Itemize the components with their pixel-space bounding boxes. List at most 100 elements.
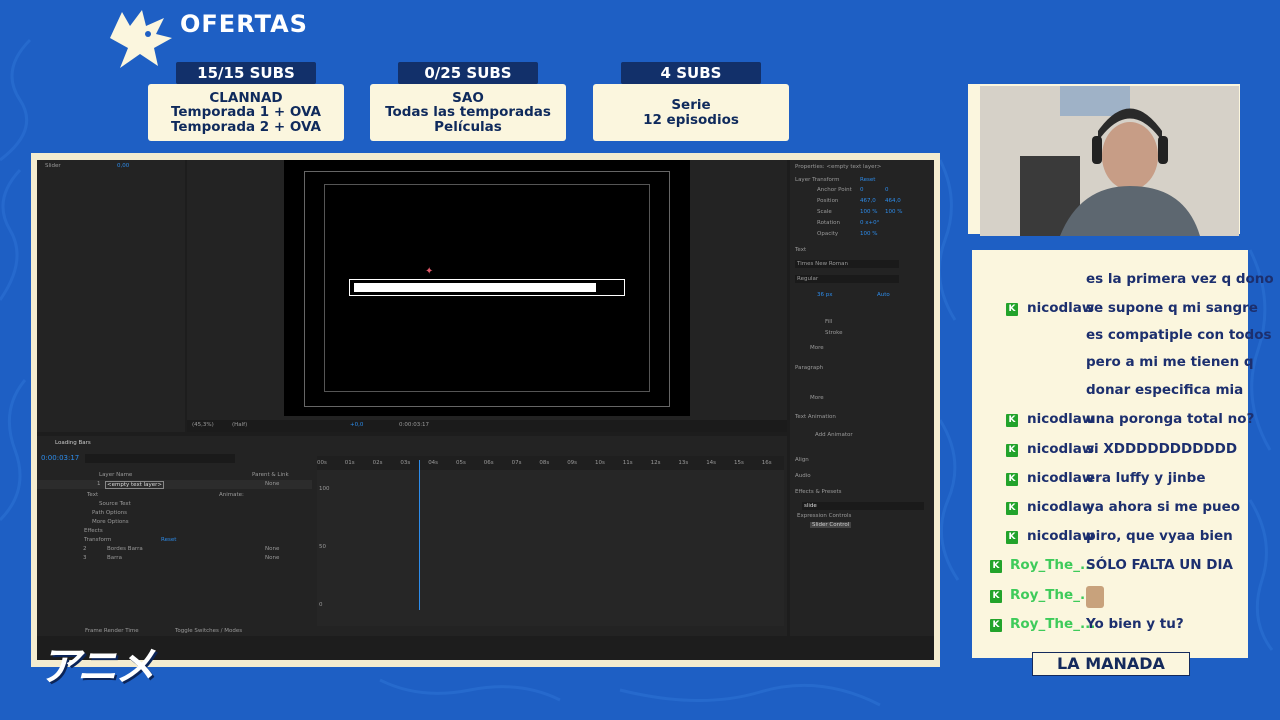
offer-card-body: Serie 12 episodios xyxy=(593,84,789,141)
offer-tag: 15/15 SUBS xyxy=(176,62,316,84)
offer-line: Todas las temporadas xyxy=(385,104,551,121)
time-ruler[interactable]: 00s 01s 02s 03s 04s 05s 06s 07s 08s 09s 10s 11s 12s 1… xyxy=(317,456,784,470)
prop-value[interactable]: 464,0 xyxy=(885,198,901,204)
more-options-row[interactable]: More Options xyxy=(92,519,129,525)
effects-search-input[interactable]: slide xyxy=(802,502,924,510)
graph-value-label: 0 xyxy=(319,602,323,608)
fill-label: Fill xyxy=(825,319,833,325)
chat-badge-icon: K xyxy=(1006,414,1018,427)
add-animator-button[interactable]: Add Animator xyxy=(815,432,853,438)
resolution-dropdown[interactable]: (Half) xyxy=(232,422,247,428)
offer-line: 12 episodios xyxy=(643,111,739,128)
bar-border[interactable] xyxy=(349,279,625,296)
transform-reset-button[interactable]: Reset xyxy=(860,177,875,183)
offer-line: SAO xyxy=(452,89,484,106)
comp-tab[interactable]: Loading Bars xyxy=(55,440,91,446)
ruler-tick-label: 02s xyxy=(372,460,383,466)
layer-name[interactable]: Bordes Barra xyxy=(107,546,143,552)
layer-row[interactable]: 1 <empty text layer> None xyxy=(37,480,312,489)
chat-badge-icon: K xyxy=(990,619,1002,632)
exposure-value[interactable]: +0,0 xyxy=(350,422,363,428)
prop-value[interactable]: 0 xyxy=(860,187,864,193)
chat-username[interactable]: nicodlaw xyxy=(1027,300,1094,316)
leading-value[interactable]: Auto xyxy=(877,292,890,298)
chat-badge-icon: K xyxy=(1006,502,1018,515)
stroke-label: Stroke xyxy=(825,330,843,336)
after-effects-window: Slider 0,00 ✦ (45,3%) (Half) +0,0 0:00:0… xyxy=(37,160,934,660)
slider-control-effect[interactable]: Slider Control xyxy=(810,522,852,528)
expression-controls-folder[interactable]: Expression Controls xyxy=(797,513,851,519)
offer-card-body: CLANNAD Temporada 1 + OVA Temporada 2 + … xyxy=(148,84,344,141)
layer-name[interactable]: Barra xyxy=(107,555,122,561)
timeline-search-input[interactable] xyxy=(85,454,235,463)
header-title: OFERTAS xyxy=(180,10,308,38)
animate-button[interactable]: Animate: xyxy=(219,492,244,498)
transform-row[interactable]: Transform xyxy=(84,537,111,543)
prop-label: Rotation xyxy=(817,220,841,226)
toggle-switches-modes-button[interactable]: Toggle Switches / Modes xyxy=(175,628,242,634)
chat-username[interactable]: nicodlaw xyxy=(1027,499,1094,515)
effects-row[interactable]: Effects xyxy=(84,528,103,534)
layer-row[interactable]: 3 Barra None xyxy=(37,554,312,563)
font-size-value[interactable]: 36 px xyxy=(817,292,833,298)
chat-message-text: pero a mi me tienen q xyxy=(1086,354,1254,370)
properties-panel: Properties: <empty text layer> Layer Tra… xyxy=(790,160,934,636)
layer-parent[interactable]: None xyxy=(265,546,279,552)
chat-username[interactable]: nicodlaw xyxy=(1027,411,1094,427)
chat-emote-icon xyxy=(1086,586,1104,608)
layer-row[interactable]: 2 Bordes Barra None xyxy=(37,545,312,554)
transform-reset[interactable]: Reset xyxy=(161,537,176,543)
viewer-timecode[interactable]: 0:00:03:17 xyxy=(399,422,429,428)
chat-badge-icon: K xyxy=(1006,473,1018,486)
prop-label: Opacity xyxy=(817,231,839,237)
comp-canvas[interactable]: ✦ xyxy=(284,160,690,416)
playhead[interactable] xyxy=(419,460,420,610)
graph-value-label: 50 xyxy=(319,544,326,550)
chat-username[interactable]: Roy_The_... xyxy=(1010,557,1095,573)
chat-message-text: donar especifica mia xyxy=(1086,382,1244,398)
composition-viewer[interactable]: ✦ (45,3%) (Half) +0,0 0:00:03:17 xyxy=(187,160,787,432)
ruler-tick-label: 06s xyxy=(483,460,494,466)
chat-message-text: es compatiple con todos xyxy=(1086,327,1272,343)
ruler-tick-label: 07s xyxy=(511,460,522,466)
anchor-point-icon[interactable]: ✦ xyxy=(425,266,433,277)
layer-parent[interactable]: None xyxy=(265,481,279,487)
layer-parent[interactable]: None xyxy=(265,555,279,561)
more-button[interactable]: More xyxy=(810,345,824,351)
paragraph-section-label: Paragraph xyxy=(795,365,824,371)
chat-message-text: Yo bien y tu? xyxy=(1086,616,1184,632)
chat-username[interactable]: nicodlaw xyxy=(1027,528,1094,544)
chat-username[interactable]: nicodlaw xyxy=(1027,470,1094,486)
audio-panel-tab[interactable]: Audio xyxy=(795,473,811,479)
chat-username[interactable]: Roy_The_... xyxy=(1010,587,1095,603)
prop-value[interactable]: 0 xyxy=(885,187,889,193)
prop-value[interactable]: 467,0 xyxy=(860,198,876,204)
layer-name[interactable]: <empty text layer> xyxy=(105,481,165,489)
align-panel-tab[interactable]: Align xyxy=(795,457,809,463)
text-group[interactable]: Text xyxy=(87,492,98,498)
ruler-tick-label: 00s xyxy=(317,460,327,466)
chat-username[interactable]: nicodlaw xyxy=(1027,441,1094,457)
timeline-timecode[interactable]: 0:00:03:17 xyxy=(41,454,79,462)
font-dropdown[interactable]: Times New Roman xyxy=(795,260,899,268)
prop-value[interactable]: 0 x+0° xyxy=(860,220,879,226)
prop-value[interactable]: 100 % xyxy=(885,209,902,215)
text-animation-label: Text Animation xyxy=(795,414,836,420)
prop-value[interactable]: 100 % xyxy=(860,209,877,215)
source-text-row[interactable]: Source Text xyxy=(99,501,131,507)
path-options-row[interactable]: Path Options xyxy=(92,510,127,516)
effects-presets-tab[interactable]: Effects & Presets xyxy=(795,489,842,495)
prop-value[interactable]: 100 % xyxy=(860,231,877,237)
ruler-tick-label: 09s xyxy=(567,460,578,466)
effect-name: Slider xyxy=(45,163,61,169)
offer-tag: 0/25 SUBS xyxy=(398,62,538,84)
layer-name-column: Layer Name xyxy=(99,472,133,478)
offer-tag: 4 SUBS xyxy=(621,62,761,84)
paragraph-more-button[interactable]: More xyxy=(810,395,824,401)
effect-value[interactable]: 0,00 xyxy=(117,163,129,169)
layer-number: 1 xyxy=(97,481,101,487)
graph-editor[interactable]: 00s 01s 02s 03s 04s 05s 06s 07s 08s 09s 10s 11s 12s 1… xyxy=(317,456,784,626)
zoom-dropdown[interactable]: (45,3%) xyxy=(192,422,214,428)
chat-username[interactable]: Roy_The_... xyxy=(1010,616,1095,632)
font-style-dropdown[interactable]: Regular xyxy=(795,275,899,283)
